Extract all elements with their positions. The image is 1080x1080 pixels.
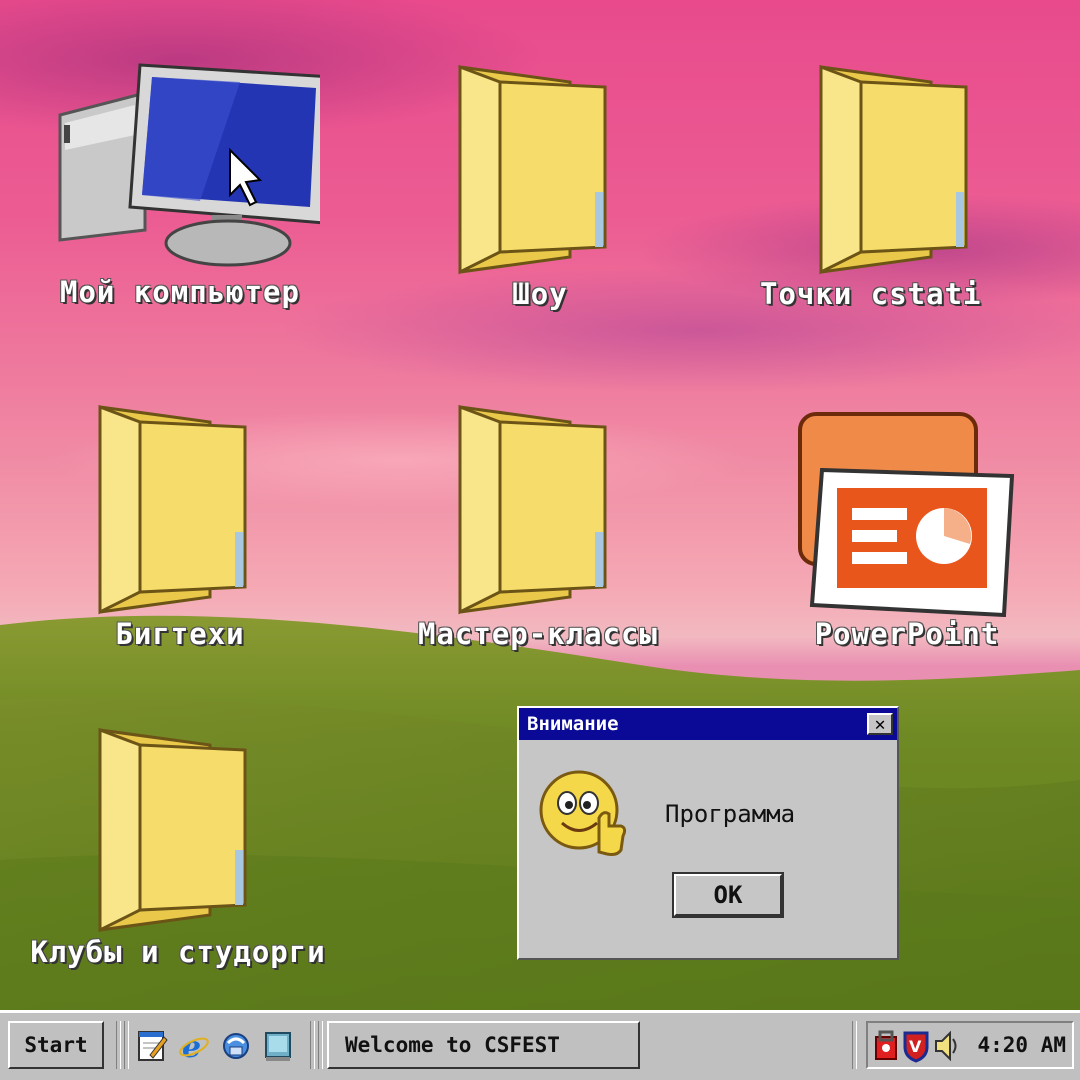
- dialog-titlebar[interactable]: Внимание ✕: [519, 708, 897, 740]
- icon-label: Клубы и студорги: [30, 935, 326, 969]
- dialog-title: Внимание: [527, 713, 619, 735]
- thumbs-up-smiley-icon: [539, 770, 627, 856]
- clock[interactable]: 4:20 AM: [977, 1033, 1066, 1057]
- desktop-folder-show[interactable]: Шоу: [430, 62, 650, 311]
- folder-icon: [458, 64, 607, 275]
- taskbar-separator: [116, 1021, 121, 1069]
- close-button[interactable]: ✕: [867, 713, 893, 735]
- start-button[interactable]: Start: [8, 1021, 104, 1069]
- folder-icon: [458, 404, 607, 615]
- icon-label: Шоу: [512, 277, 568, 311]
- icon-label: Точки cstati: [760, 277, 982, 311]
- folder-icon: [819, 64, 968, 275]
- antivirus-shield-icon[interactable]: V: [902, 1029, 930, 1063]
- icon-label: Бигтехи: [115, 617, 245, 651]
- desktop-folder-tochki-cstati[interactable]: Точки cstati: [760, 62, 982, 311]
- icon-label: PowerPoint: [814, 617, 1000, 651]
- close-icon: ✕: [874, 713, 886, 735]
- taskbar-separator: [318, 1021, 323, 1069]
- taskbar: Start e Welcome to CSFEST V 4:20 AM: [0, 1010, 1080, 1080]
- folder-icon: [98, 404, 247, 615]
- taskbar-window-button[interactable]: Welcome to CSFEST: [327, 1021, 640, 1069]
- taskbar-separator: [124, 1021, 129, 1069]
- desktop-icon-my-computer[interactable]: Мой компьютер: [40, 55, 320, 309]
- internet-explorer-icon[interactable]: e: [178, 1029, 210, 1063]
- network-icon[interactable]: [220, 1029, 252, 1063]
- powerpoint-icon: [798, 412, 1015, 617]
- desktop: Мой компьютер Шоу Точки cstati Бигтехи М…: [0, 0, 1080, 1010]
- folder-icon: [98, 727, 247, 933]
- security-icon[interactable]: [872, 1029, 902, 1063]
- alert-dialog: Внимание ✕ Программа OK: [517, 706, 899, 960]
- system-tray: V 4:20 AM: [866, 1021, 1074, 1069]
- desktop-icon-powerpoint[interactable]: PowerPoint: [792, 410, 1022, 651]
- taskbar-separator: [852, 1021, 857, 1069]
- desktop-folder-bigtech[interactable]: Бигтехи: [70, 402, 290, 651]
- notepad-icon[interactable]: [136, 1029, 168, 1063]
- volume-icon[interactable]: [932, 1029, 960, 1063]
- svg-text:V: V: [909, 1037, 922, 1056]
- my-computer-icon: [58, 63, 320, 267]
- icon-label: Мастер-классы: [418, 617, 658, 651]
- taskbar-separator: [310, 1021, 315, 1069]
- dialog-message: Программа: [665, 800, 796, 828]
- desktop-folder-clubs[interactable]: Клубы и студорги: [8, 725, 348, 969]
- desktop-icon[interactable]: [262, 1029, 294, 1063]
- ok-button[interactable]: OK: [672, 872, 784, 918]
- icon-label: Мой компьютер: [60, 275, 300, 309]
- desktop-folder-master-classes[interactable]: Мастер-классы: [388, 402, 688, 651]
